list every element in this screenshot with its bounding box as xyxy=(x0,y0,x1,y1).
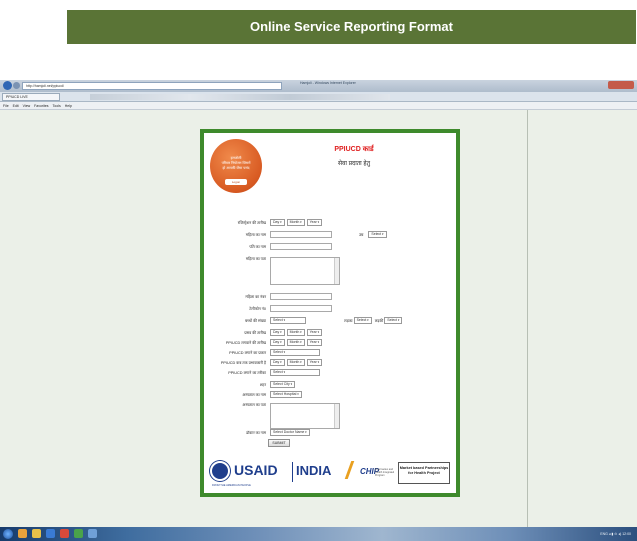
delivery-month-select[interactable]: Month xyxy=(286,329,305,336)
divider xyxy=(292,462,293,482)
scrollbar[interactable] xyxy=(334,404,339,428)
woman-name-input[interactable] xyxy=(270,231,332,238)
command-bar xyxy=(90,94,390,100)
menu-bar: File Edit View Favorites Tools Help xyxy=(0,102,637,110)
boys-select[interactable]: Select xyxy=(353,317,372,324)
hospital-label: अस्पताल का नाम xyxy=(242,393,266,397)
menu-view[interactable]: View xyxy=(23,102,31,110)
hamjoli-badge-logo: हमजोली परिवार नियोजन जिसमें हो आपकी जैसा… xyxy=(210,139,262,193)
app-taskbar-icon[interactable] xyxy=(46,529,55,538)
removal-day-select[interactable]: Day xyxy=(270,359,285,366)
page-viewport: हमजोली परिवार नियोजन जिसमें हो आपकी जैसा… xyxy=(0,110,637,527)
window-title: Hamjoli - Windows Internet Explorer xyxy=(300,81,356,85)
registration-month-select[interactable]: Month xyxy=(286,219,305,226)
menu-tools[interactable]: Tools xyxy=(53,102,61,110)
doctor-select[interactable]: Select Doctor Name xyxy=(270,429,310,436)
scrollbar[interactable] xyxy=(334,258,339,284)
address-bar[interactable]: http://hamjoli.net/ppiucd/ xyxy=(22,82,282,90)
forward-arrow-icon[interactable] xyxy=(13,82,20,89)
back-arrow-icon[interactable] xyxy=(3,81,12,90)
boys-label: लड़का xyxy=(344,319,353,323)
folder-taskbar-icon[interactable] xyxy=(32,529,41,538)
removal-year-select[interactable]: Year xyxy=(306,359,323,366)
app-taskbar-icon[interactable] xyxy=(74,529,83,538)
woman-address-textarea[interactable] xyxy=(270,257,340,285)
registration-day-select[interactable]: Day xyxy=(270,219,285,226)
telephone-input[interactable] xyxy=(270,305,332,312)
taskbar: ENG ◂ ▮ ⊙ ◂) 12:00 xyxy=(0,527,637,541)
children-label: बच्चों की संख्या xyxy=(245,319,266,323)
hospital-select[interactable]: Select Hospital xyxy=(270,391,302,398)
delivery-date-label: प्रसव की तारीख xyxy=(244,331,266,335)
usaid-tagline: FROM THE AMERICAN PEOPLE xyxy=(212,484,251,487)
ppiucd-provider-label: PPIUCD लगाने का तरीका xyxy=(228,371,266,375)
hospital-address-textarea[interactable] xyxy=(270,403,340,429)
ppiucd-form: हमजोली परिवार नियोजन जिसमें हो आपकी जैसा… xyxy=(200,129,460,497)
tab-bar: PPIUCD LIVE xyxy=(0,92,637,102)
ppiucd-type-label: PPIUCD लगाने का प्रकार xyxy=(229,351,266,355)
ppiucd-day-select[interactable]: Day xyxy=(270,339,285,346)
children-select[interactable]: Select xyxy=(270,317,306,324)
girls-label: लड़की xyxy=(374,319,384,323)
window-controls[interactable] xyxy=(608,81,634,89)
menu-file[interactable]: File xyxy=(3,102,9,110)
start-button-icon[interactable] xyxy=(3,529,13,539)
registration-year-select[interactable]: Year xyxy=(306,219,323,226)
ppiucd-removal-label: PPIUCD कब तक प्रभावकारी है xyxy=(220,361,266,365)
ppiucd-month-select[interactable]: Month xyxy=(286,339,305,346)
woman-address-label: महिला का पता xyxy=(245,257,266,261)
city-select[interactable]: Select City xyxy=(270,381,296,388)
city-label: शहर xyxy=(259,383,266,387)
usaid-seal-icon xyxy=(210,461,230,481)
ie-title-bar: http://hamjoli.net/ppiucd/ Hamjoli - Win… xyxy=(0,80,637,92)
hospital-address-label: अस्पताल का पता xyxy=(242,403,266,407)
removal-month-select[interactable]: Month xyxy=(286,359,305,366)
chip-subtitle: Pharmacies and Health Integrated Program xyxy=(375,468,395,477)
slide-title: Online Service Reporting Format xyxy=(67,10,636,44)
tab-ppiucd[interactable]: PPIUCD LIVE xyxy=(2,93,60,101)
partner-logos: USAID FROM THE AMERICAN PEOPLE INDIA CHI… xyxy=(208,457,452,491)
system-tray: ENG ◂ ▮ ⊙ ◂) 12:00 xyxy=(600,532,631,536)
app-taskbar-icon[interactable] xyxy=(88,529,97,538)
india-logo: INDIA xyxy=(296,463,332,478)
woman-name-label: महिला का नाम xyxy=(245,233,266,237)
delivery-year-select[interactable]: Year xyxy=(306,329,323,336)
browser-screenshot: http://hamjoli.net/ppiucd/ Hamjoli - Win… xyxy=(0,80,637,541)
divider xyxy=(527,110,528,527)
ie-taskbar-icon[interactable] xyxy=(18,529,27,538)
submit-button[interactable]: SUBMIT xyxy=(268,439,290,447)
usaid-logo: USAID xyxy=(234,462,278,478)
mbpp-logo: Market based Partnerships for Health Pro… xyxy=(398,462,450,484)
age-select[interactable]: Select xyxy=(368,231,387,238)
telephone-label: टेलीफोन नं0 xyxy=(249,307,266,311)
ppiucd-provider-select[interactable]: Select xyxy=(270,369,320,376)
badge-text: हमजोली परिवार नियोजन जिसमें हो आपकी जैसा… xyxy=(221,156,251,170)
registration-date-label: रजिस्ट्रेशन की तारीख xyxy=(237,221,266,225)
menu-favorites[interactable]: Favorites xyxy=(34,102,48,110)
girls-select[interactable]: Select xyxy=(384,317,403,324)
doctor-label: डॉक्टर का नाम xyxy=(246,431,266,435)
husband-name-input[interactable] xyxy=(270,243,332,250)
form-heading: PPIUCD कार्ड xyxy=(334,146,374,153)
form-subheading: सेवा प्रदाता हेतु xyxy=(337,161,370,167)
ppiucd-date-label: PPIUCD लगवाने की तारीख xyxy=(225,341,266,345)
menu-edit[interactable]: Edit xyxy=(13,102,19,110)
delivery-day-select[interactable]: Day xyxy=(270,329,285,336)
age-label: उम्र xyxy=(359,233,364,237)
husband-name-label: पति का नाम xyxy=(249,245,266,249)
woman-mobile-label: महिला का नंबर xyxy=(245,295,266,299)
logon-button[interactable]: Logon xyxy=(225,179,247,185)
ppiucd-type-select[interactable]: Select xyxy=(270,349,320,356)
ppiucd-year-select[interactable]: Year xyxy=(306,339,323,346)
menu-help[interactable]: Help xyxy=(65,102,72,110)
app-taskbar-icon[interactable] xyxy=(60,529,69,538)
woman-mobile-input[interactable] xyxy=(270,293,332,300)
